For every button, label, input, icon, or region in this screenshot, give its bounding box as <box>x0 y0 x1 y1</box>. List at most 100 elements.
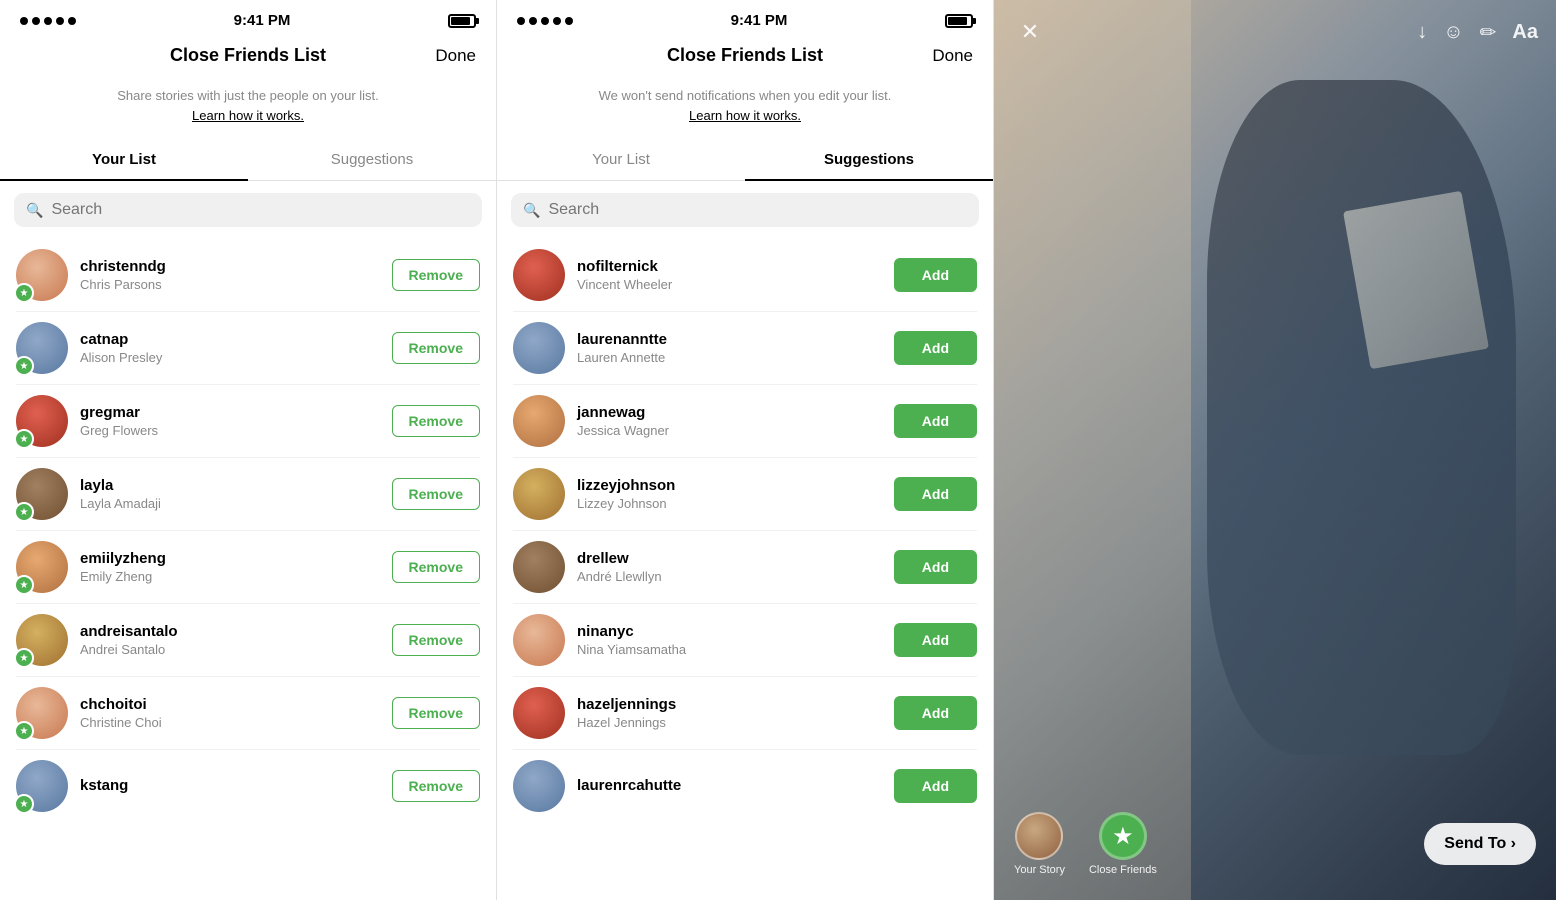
avatar-circle <box>513 395 565 447</box>
panel1-learn-more-link[interactable]: Learn how it works. <box>192 108 304 123</box>
avatar-circle <box>513 687 565 739</box>
add-button[interactable]: Add <box>894 258 977 292</box>
list-item: ★ kstang Remove <box>0 750 496 822</box>
user-info: nofilternick Vincent Wheeler <box>577 258 882 292</box>
remove-button[interactable]: Remove <box>392 770 480 802</box>
battery-icon-1 <box>448 14 476 28</box>
story-panel: ✕ ↓ ☺ ✏ Aa Your Story ★ Close Friends Se… <box>994 0 1556 900</box>
star-badge: ★ <box>14 429 34 449</box>
status-time-2: 9:41 PM <box>731 12 788 29</box>
user-info: laurenanntte Lauren Annette <box>577 331 882 365</box>
story-top-bar: ✕ ↓ ☺ ✏ Aa <box>994 0 1556 64</box>
avatar <box>513 687 565 739</box>
list-item: jannewag Jessica Wagner Add <box>497 385 993 457</box>
list-item: laurenrcahutte Add <box>497 750 993 822</box>
your-story-option[interactable]: Your Story <box>1014 812 1065 876</box>
panel2-learn-more-link[interactable]: Learn how it works. <box>689 108 801 123</box>
close-friends-label: Close Friends <box>1089 864 1157 876</box>
tab-your-list-2[interactable]: Your List <box>497 139 745 180</box>
avatar: ★ <box>16 249 68 301</box>
download-icon[interactable]: ↓ <box>1417 21 1427 44</box>
search-bar-2[interactable]: 🔍 <box>511 193 979 227</box>
add-button[interactable]: Add <box>894 696 977 730</box>
panel2-done-button[interactable]: Done <box>932 46 973 66</box>
user-info: gregmar Greg Flowers <box>80 404 380 438</box>
avatar: ★ <box>16 687 68 739</box>
panel1-tabs: Your List Suggestions <box>0 139 496 181</box>
send-to-button[interactable]: Send To › <box>1424 823 1536 865</box>
list-item: hazeljennings Hazel Jennings Add <box>497 677 993 749</box>
signal-dots <box>20 17 76 25</box>
search-icon-2: 🔍 <box>523 202 540 219</box>
tab-your-list-1[interactable]: Your List <box>0 139 248 180</box>
remove-button[interactable]: Remove <box>392 259 480 291</box>
user-info: hazeljennings Hazel Jennings <box>577 696 882 730</box>
search-input-1[interactable] <box>51 201 470 219</box>
remove-button[interactable]: Remove <box>392 551 480 583</box>
close-button[interactable]: ✕ <box>1012 14 1048 50</box>
user-info: emiilyzheng Emily Zheng <box>80 550 380 584</box>
star-badge: ★ <box>14 575 34 595</box>
your-story-avatar <box>1015 812 1063 860</box>
user-info: kstang <box>80 777 380 796</box>
user-info: andreisantalo Andrei Santalo <box>80 623 380 657</box>
add-button[interactable]: Add <box>894 623 977 657</box>
battery-icon-2 <box>945 14 973 28</box>
avatar: ★ <box>16 614 68 666</box>
add-button[interactable]: Add <box>894 331 977 365</box>
user-info: layla Layla Amadaji <box>80 477 380 511</box>
list-item: ★ catnap Alison Presley Remove <box>0 312 496 384</box>
list-item: ★ andreisantalo Andrei Santalo Remove <box>0 604 496 676</box>
list-item: ★ gregmar Greg Flowers Remove <box>0 385 496 457</box>
add-button[interactable]: Add <box>894 769 977 803</box>
remove-button[interactable]: Remove <box>392 332 480 364</box>
remove-button[interactable]: Remove <box>392 478 480 510</box>
panel-suggestions: 9:41 PM Close Friends List Done We won't… <box>497 0 994 900</box>
tab-suggestions-2[interactable]: Suggestions <box>745 139 993 180</box>
avatar: ★ <box>16 541 68 593</box>
avatar-circle <box>513 322 565 374</box>
avatar-circle <box>513 249 565 301</box>
remove-button[interactable]: Remove <box>392 697 480 729</box>
list-item: ★ chchoitoi Christine Choi Remove <box>0 677 496 749</box>
user-info: laurenrcahutte <box>577 777 882 796</box>
remove-button[interactable]: Remove <box>392 405 480 437</box>
user-info: lizzeyjohnson Lizzey Johnson <box>577 477 882 511</box>
user-list-1: ★ christenndg Chris Parsons Remove ★ cat… <box>0 239 496 900</box>
story-share-options: Your Story ★ Close Friends <box>1014 812 1157 876</box>
text-tool-button[interactable]: Aa <box>1512 21 1538 44</box>
status-bar-2: 9:41 PM <box>497 0 993 37</box>
panel2-title: Close Friends List <box>667 45 823 66</box>
panel1-subtitle: Share stories with just the people on yo… <box>0 78 496 129</box>
tab-suggestions-1[interactable]: Suggestions <box>248 139 496 180</box>
your-story-label: Your Story <box>1014 864 1065 876</box>
search-input-2[interactable] <box>548 201 967 219</box>
add-button[interactable]: Add <box>894 404 977 438</box>
avatar <box>513 541 565 593</box>
panel2-subtitle: We won't send notifications when you edi… <box>497 78 993 129</box>
list-item: ★ layla Layla Amadaji Remove <box>0 458 496 530</box>
avatar-circle <box>513 541 565 593</box>
avatar: ★ <box>16 760 68 812</box>
smiley-icon[interactable]: ☺ <box>1443 21 1463 44</box>
close-friends-option[interactable]: ★ Close Friends <box>1089 812 1157 876</box>
close-friends-badge: ★ <box>1099 812 1147 860</box>
avatar: ★ <box>16 322 68 374</box>
remove-button[interactable]: Remove <box>392 624 480 656</box>
star-badge: ★ <box>14 356 34 376</box>
panel1-done-button[interactable]: Done <box>435 46 476 66</box>
edit-icon[interactable]: ✏ <box>1480 20 1497 45</box>
user-list-2: nofilternick Vincent Wheeler Add laurena… <box>497 239 993 900</box>
add-button[interactable]: Add <box>894 550 977 584</box>
list-item: lizzeyjohnson Lizzey Johnson Add <box>497 458 993 530</box>
search-icon-1: 🔍 <box>26 202 43 219</box>
avatar-circle <box>513 614 565 666</box>
user-info: catnap Alison Presley <box>80 331 380 365</box>
status-time-1: 9:41 PM <box>234 12 291 29</box>
list-item: nofilternick Vincent Wheeler Add <box>497 239 993 311</box>
user-info: chchoitoi Christine Choi <box>80 696 380 730</box>
add-button[interactable]: Add <box>894 477 977 511</box>
search-bar-1[interactable]: 🔍 <box>14 193 482 227</box>
list-item: ★ emiilyzheng Emily Zheng Remove <box>0 531 496 603</box>
avatar: ★ <box>16 468 68 520</box>
